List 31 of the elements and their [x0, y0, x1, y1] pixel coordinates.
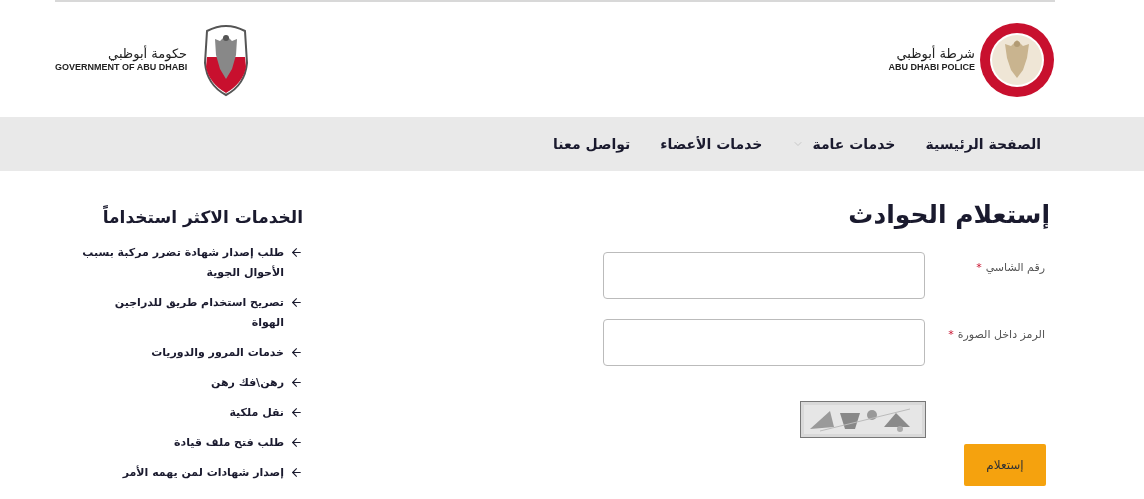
sidebar-link[interactable]: خدمات المرور والدوريات — [79, 342, 284, 363]
sidebar-link[interactable]: رهن\فك رهن — [79, 372, 284, 393]
nav-link[interactable]: الصفحة الرئيسية — [925, 133, 1041, 155]
arrow-left-icon — [290, 465, 303, 479]
sidebar-link[interactable]: إصدار شهادات لمن يهمه الأمر — [79, 462, 284, 483]
submit-button[interactable]: إستعلام — [964, 444, 1046, 487]
input-field[interactable] — [603, 252, 925, 300]
required-mark: * — [976, 260, 982, 277]
sidebar-title: الخدمات الاكثر استخداماً — [101, 205, 303, 230]
arrow-left-icon — [290, 245, 303, 259]
arrow-left-icon — [290, 295, 303, 309]
arrow-left-icon — [290, 375, 303, 389]
input-field[interactable] — [603, 319, 925, 367]
logo-arabic-text: حكومة أبوظبي — [108, 45, 188, 62]
logo-text: ABU DHABI POLICE — [888, 62, 975, 74]
nav-link[interactable]: خدمات الأعضاء — [660, 133, 763, 155]
sidebar-link[interactable]: طلب إصدار شهادة تضرر مركبة بسبب الأحوال الجوية — [79, 242, 284, 283]
required-mark: * — [948, 327, 954, 344]
field-label: رقم الشاسي — [985, 260, 1045, 277]
sidebar-link[interactable]: نقل ملكية — [79, 402, 284, 423]
logo-arabic-text: شرطة أبوظبي — [896, 45, 975, 62]
sidebar-link[interactable]: تصريح استخدام طريق للدراجين الهواة — [79, 292, 284, 333]
arrow-left-icon — [290, 345, 303, 359]
page-title: إستعلام الحوادث — [847, 199, 1051, 231]
logo-text: GOVERNMENT OF ABU DHABI — [55, 62, 188, 74]
field-label: الرمز داخل الصورة — [957, 327, 1045, 344]
nav-link[interactable]: تواصل معنا — [553, 133, 631, 155]
arrow-left-icon — [290, 405, 303, 419]
sidebar-link[interactable]: طلب فتح ملف قيادة — [79, 432, 284, 453]
nav-link[interactable]: خدمات عامة — [812, 133, 896, 155]
arrow-left-icon — [290, 435, 303, 449]
